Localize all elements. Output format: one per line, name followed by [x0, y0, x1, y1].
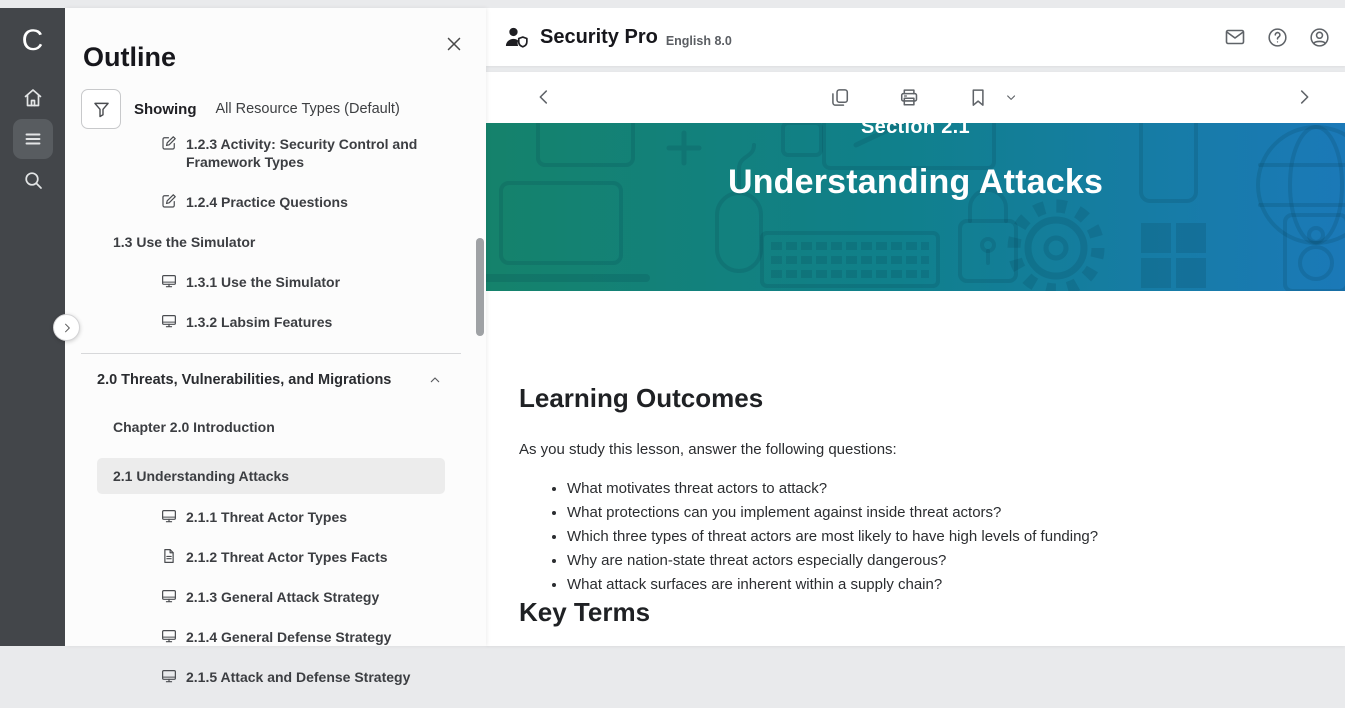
- monitor-icon: [160, 627, 178, 645]
- outline-item-label: 1.3 Use the Simulator: [113, 233, 255, 251]
- monitor-icon: [160, 667, 178, 685]
- lesson-toolbar: [486, 72, 1345, 123]
- outline-item[interactable]: 1.2.4 Practice Questions: [81, 193, 463, 211]
- outline-item-label: 2.1 Understanding Attacks: [113, 467, 289, 485]
- lesson-article: Learning Outcomes As you study this less…: [519, 383, 1305, 627]
- filter-row: Showing All Resource Types (Default): [81, 89, 400, 129]
- close-outline-button[interactable]: [442, 32, 466, 56]
- key-terms-heading: Key Terms: [519, 597, 1305, 627]
- outline-item-label: 2.1.4 General Defense Strategy: [186, 628, 391, 646]
- question-item: Which three types of threat actors are m…: [567, 525, 1305, 549]
- outline-item[interactable]: 2.1.3 General Attack Strategy: [81, 588, 463, 606]
- help-button[interactable]: [1266, 26, 1289, 49]
- outline-title: Outline: [83, 42, 176, 73]
- outline-divider: [81, 353, 461, 354]
- help-icon: [1266, 26, 1289, 49]
- outline-item[interactable]: 2.1.1 Threat Actor Types: [81, 508, 463, 526]
- outline-item[interactable]: 1.2.3 Activity: Security Control and Fra…: [81, 135, 463, 171]
- next-page-button[interactable]: [1293, 86, 1315, 108]
- monitor-icon: [160, 507, 178, 525]
- lesson-content-card: Section 2.1 Understanding Attacks Learni…: [486, 72, 1345, 646]
- outline-item-label: Chapter 2.0 Introduction: [113, 418, 275, 436]
- edit-icon: [160, 134, 178, 152]
- outline-item[interactable]: 1.3 Use the Simulator: [81, 233, 463, 251]
- panel-expand-toggle[interactable]: [53, 314, 80, 341]
- question-item: What attack surfaces are inherent within…: [567, 573, 1305, 597]
- filter-label: Showing: [134, 101, 197, 118]
- outline-item-label: 2.1.1 Threat Actor Types: [186, 508, 347, 526]
- mail-button[interactable]: [1223, 25, 1247, 49]
- bookmark-expand-button[interactable]: [1003, 90, 1018, 105]
- user-shield-icon: [503, 24, 530, 51]
- header-actions: [1223, 25, 1331, 49]
- menu-icon: [21, 127, 45, 151]
- outline-section-header[interactable]: 2.0 Threats, Vulnerabilities, and Migrat…: [81, 371, 463, 389]
- account-button[interactable]: [1308, 26, 1331, 49]
- outline-item-selected[interactable]: 2.1 Understanding Attacks: [97, 458, 445, 494]
- monitor-icon: [160, 272, 178, 290]
- outline-tree: 1.2.3 Activity: Security Control and Fra…: [81, 135, 463, 708]
- banner-section-label: Section 2.1: [486, 123, 1345, 139]
- course-title: Security Pro: [540, 26, 658, 49]
- outline-item-label: 2.0 Threats, Vulnerabilities, and Migrat…: [97, 371, 391, 389]
- bookmark-button[interactable]: [966, 86, 989, 109]
- tech-pattern-decoration: [486, 123, 1345, 291]
- filter-icon: [91, 99, 112, 120]
- chevron-left-icon: [533, 86, 555, 108]
- bookmark-icon: [966, 86, 989, 109]
- home-icon: [21, 86, 45, 110]
- print-icon: [897, 86, 920, 109]
- monitor-icon: [160, 587, 178, 605]
- chevron-down-icon: [1003, 90, 1018, 105]
- document-icon: [160, 547, 178, 565]
- outline-item-label: 1.3.2 Labsim Features: [186, 313, 332, 331]
- outline-item-label: 2.1.5 Attack and Defense Strategy: [186, 668, 410, 686]
- home-button[interactable]: [13, 78, 53, 118]
- question-item: What protections can you implement again…: [567, 501, 1305, 525]
- edit-icon: [160, 192, 178, 210]
- mail-icon: [1223, 25, 1247, 49]
- filter-button[interactable]: [81, 89, 121, 129]
- close-icon: [443, 33, 465, 55]
- previous-page-button[interactable]: [533, 86, 555, 108]
- print-button[interactable]: [897, 86, 920, 109]
- outline-scrollbar-thumb[interactable]: [476, 238, 484, 336]
- filter-value: All Resource Types (Default): [216, 101, 400, 117]
- outline-item[interactable]: Chapter 2.0 Introduction: [81, 418, 463, 436]
- outline-item-label: 1.2.3 Activity: Security Control and Fra…: [186, 135, 432, 171]
- outline-item[interactable]: 2.1.4 General Defense Strategy: [81, 628, 463, 646]
- outline-item[interactable]: 2.1.5 Attack and Defense Strategy: [81, 668, 463, 686]
- outline-menu-button[interactable]: [13, 119, 53, 159]
- copy-icon: [828, 86, 851, 109]
- app-logo: C: [0, 18, 65, 64]
- learning-outcomes-heading: Learning Outcomes: [519, 383, 1305, 413]
- toolbar-center-group: [828, 86, 1018, 109]
- account-icon: [1308, 26, 1331, 49]
- copy-button[interactable]: [828, 86, 851, 109]
- question-list: What motivates threat actors to attack? …: [519, 477, 1305, 597]
- chevron-up-icon[interactable]: [427, 372, 443, 388]
- outline-item-label: 1.2.4 Practice Questions: [186, 193, 348, 211]
- outline-panel: Outline Showing All Resource Types (Defa…: [65, 8, 486, 646]
- chevron-right-icon: [1293, 86, 1315, 108]
- outline-item[interactable]: 1.3.2 Labsim Features: [81, 313, 463, 331]
- banner-title: Understanding Attacks: [486, 163, 1345, 202]
- course-header: Security Pro English 8.0: [486, 8, 1345, 66]
- search-icon: [21, 168, 45, 192]
- search-button[interactable]: [13, 160, 53, 200]
- outline-item-label: 1.3.1 Use the Simulator: [186, 273, 340, 291]
- outline-item[interactable]: 2.1.2 Threat Actor Types Facts: [81, 548, 463, 566]
- chevron-right-icon: [60, 321, 74, 335]
- section-hero-banner: Section 2.1 Understanding Attacks: [486, 123, 1345, 291]
- question-item: Why are nation-state threat actors espec…: [567, 549, 1305, 573]
- outline-item[interactable]: 1.3.1 Use the Simulator: [81, 273, 463, 291]
- question-item: What motivates threat actors to attack?: [567, 477, 1305, 501]
- outline-item-label: 2.1.2 Threat Actor Types Facts: [186, 548, 388, 566]
- monitor-icon: [160, 312, 178, 330]
- bookmark-group: [966, 86, 1018, 109]
- course-subtitle: English 8.0: [666, 34, 732, 48]
- outline-item-label: 2.1.3 General Attack Strategy: [186, 588, 379, 606]
- lesson-intro-text: As you study this lesson, answer the fol…: [519, 440, 1305, 460]
